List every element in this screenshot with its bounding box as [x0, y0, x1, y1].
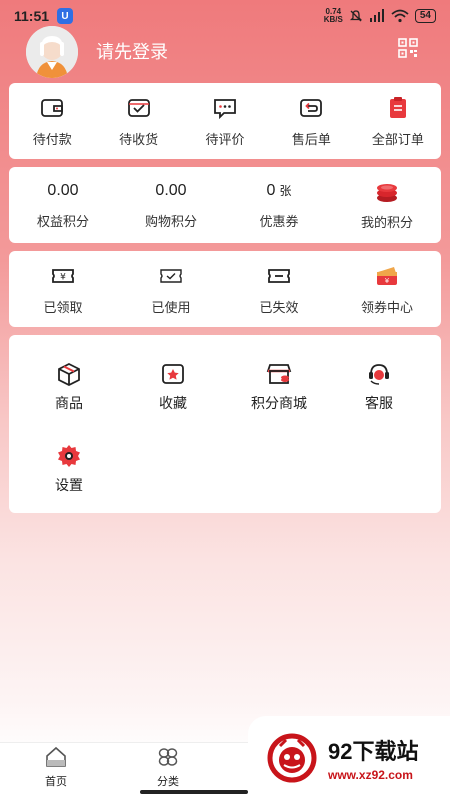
coupon-item-label: 领券中心: [360, 299, 413, 315]
order-item-label: 售后单: [291, 131, 331, 147]
coupon-claimed[interactable]: ¥ 已领取: [9, 251, 117, 327]
wallet-icon: [41, 98, 64, 117]
watermark-title: 92下载站: [328, 739, 419, 764]
home-icon: [46, 746, 66, 767]
coupon-value: 0: [266, 181, 276, 199]
qr-code-icon[interactable]: [398, 38, 418, 58]
profile-header: 请先登录: [0, 26, 450, 78]
coupon-item-label: 已失效: [259, 299, 299, 315]
service-label: 客服: [365, 395, 393, 411]
points-label: 我的积分: [360, 214, 413, 230]
service-label: 收藏: [159, 395, 187, 411]
login-prompt[interactable]: 请先登录: [96, 38, 168, 64]
avatar[interactable]: [26, 26, 78, 78]
tab-label: 分类: [157, 776, 179, 788]
coupons-card: ¥ 已领取 已使用 已失效 ¥ 领券中心: [9, 251, 441, 327]
receive-box-icon: [127, 98, 150, 117]
order-item-label: 全部订单: [371, 131, 424, 147]
net-speed: 0.74 KB/S: [324, 8, 343, 24]
net-speed-unit: KB/S: [323, 15, 343, 24]
clipboard-icon: [389, 96, 406, 118]
orders-card: 待付款 待收货 待评价 售后单 全部订单: [9, 83, 441, 159]
service-settings[interactable]: 设置: [15, 443, 123, 495]
coupon-item-label: 已领取: [43, 299, 83, 315]
coupon-count[interactable]: 0张 优惠券: [225, 167, 333, 243]
coupon-unit: 张: [279, 183, 292, 198]
points-label: 优惠券: [259, 213, 299, 229]
watermark-logo-icon: [267, 733, 317, 783]
coins-icon: [377, 183, 397, 202]
coupon-center-icon: ¥: [377, 266, 397, 285]
order-pending-review[interactable]: 待评价: [182, 83, 268, 159]
order-pending-receipt[interactable]: 待收货: [95, 83, 181, 159]
coupon-used[interactable]: 已使用: [117, 251, 225, 327]
shopping-points[interactable]: 0.00 购物积分: [117, 167, 225, 243]
comment-icon: [214, 98, 236, 119]
watermark: 92下载站 www.xz92.com: [248, 716, 450, 800]
coupon-value-wrap: 0张: [267, 181, 292, 201]
app-notification-icon: U: [57, 8, 74, 24]
points-label: 购物积分: [144, 213, 197, 229]
order-item-label: 待收货: [119, 131, 159, 147]
service-label: 设置: [55, 477, 83, 493]
category-icon: [158, 748, 178, 766]
mute-icon: [349, 10, 362, 22]
services-card: 商品 收藏 积分商城 客服 设置: [9, 335, 441, 513]
signal-hd-icon: [369, 9, 384, 22]
order-after-sales[interactable]: 售后单: [268, 83, 354, 159]
star-icon: [162, 364, 184, 384]
points-label: 权益积分: [36, 213, 89, 229]
store-icon: [266, 364, 292, 384]
service-customer-support[interactable]: 客服: [325, 361, 433, 413]
svg-text:¥: ¥: [60, 272, 66, 282]
points-value: 0.00: [155, 181, 187, 199]
box-icon: [58, 362, 80, 387]
status-time: 11:51: [14, 8, 50, 24]
coupon-center[interactable]: ¥ 领券中心: [333, 251, 441, 327]
watermark-url: www.xz92.com: [328, 768, 413, 782]
battery-indicator: 54: [414, 9, 436, 23]
gear-icon: [58, 445, 80, 467]
service-products[interactable]: 商品: [15, 361, 123, 413]
order-item-label: 待评价: [205, 131, 245, 147]
service-points-mall[interactable]: 积分商城: [225, 361, 333, 413]
wifi-icon: [391, 9, 409, 23]
home-indicator: [140, 790, 248, 794]
watermark-text: 92下载站 www.xz92.com: [328, 734, 418, 782]
coupon-expired[interactable]: 已失效: [225, 251, 333, 327]
order-pending-payment[interactable]: 待付款: [9, 83, 95, 159]
service-label: 积分商城: [251, 395, 307, 411]
tab-category[interactable]: 分类: [133, 745, 203, 789]
rights-points[interactable]: 0.00 权益积分: [9, 167, 117, 243]
service-label: 商品: [55, 395, 83, 411]
service-favorites[interactable]: 收藏: [119, 361, 227, 413]
tab-label: 首页: [45, 776, 67, 788]
avatar-placeholder-icon: [26, 26, 78, 78]
points-card: 0.00 权益积分 0.00 购物积分 0张 优惠券 我的积分: [9, 167, 441, 243]
order-item-label: 待付款: [32, 131, 72, 147]
points-value: 0.00: [47, 181, 79, 199]
coupon-expired-icon: [268, 268, 290, 283]
my-points[interactable]: 我的积分: [333, 167, 441, 243]
svg-text:¥: ¥: [385, 277, 390, 285]
return-icon: [300, 98, 323, 117]
order-all[interactable]: 全部订单: [355, 83, 441, 159]
status-right: 0.74 KB/S 54: [324, 8, 436, 24]
headset-icon: [369, 364, 389, 385]
coupon-check-icon: [160, 268, 182, 283]
coupon-yen-icon: ¥: [52, 268, 74, 283]
coupon-item-label: 已使用: [151, 299, 191, 315]
tab-home[interactable]: 首页: [21, 745, 91, 789]
